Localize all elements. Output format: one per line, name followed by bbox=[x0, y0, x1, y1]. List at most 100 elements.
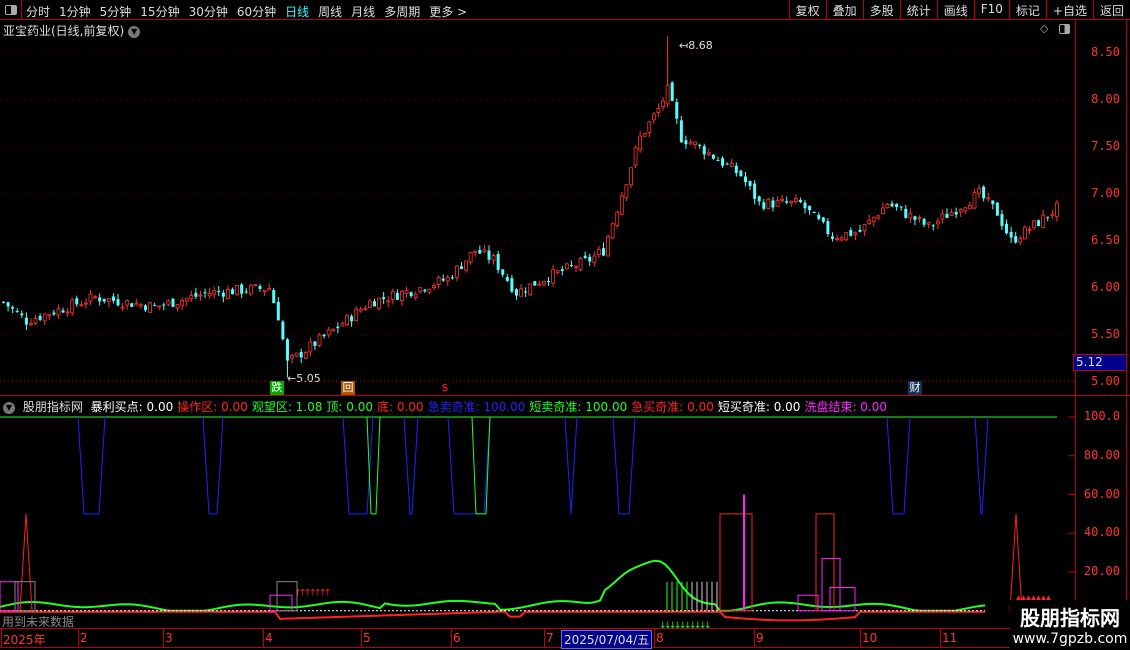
candle bbox=[20, 310, 24, 318]
urgent-sell-signal bbox=[612, 416, 636, 515]
candle bbox=[619, 191, 624, 216]
candle bbox=[47, 314, 52, 321]
candle bbox=[276, 297, 280, 321]
candle bbox=[450, 274, 454, 280]
candle bbox=[821, 216, 825, 224]
candle bbox=[826, 218, 830, 237]
candle bbox=[244, 288, 248, 295]
x-tick bbox=[263, 629, 264, 647]
candle bbox=[830, 232, 834, 242]
candle bbox=[624, 184, 629, 202]
candle bbox=[207, 287, 212, 299]
candle bbox=[445, 274, 450, 286]
candle bbox=[958, 208, 963, 218]
event-marker[interactable]: 回 bbox=[341, 381, 355, 395]
candle bbox=[1050, 209, 1055, 219]
candle bbox=[171, 298, 175, 308]
candle bbox=[995, 202, 999, 216]
legend-item: 短卖奇准: 100.00 bbox=[529, 400, 628, 414]
candle bbox=[510, 274, 514, 294]
candle bbox=[913, 215, 917, 226]
spike-signal bbox=[19, 513, 33, 611]
urgent-sell-signal bbox=[403, 416, 419, 515]
candle bbox=[729, 158, 734, 167]
candle bbox=[42, 313, 47, 326]
candle bbox=[967, 201, 972, 210]
candle bbox=[940, 209, 945, 224]
indicator-tick-label: 40.00 bbox=[1083, 525, 1120, 540]
candle bbox=[38, 313, 42, 322]
candle bbox=[1041, 209, 1046, 229]
candle bbox=[2, 301, 5, 304]
candle bbox=[358, 306, 363, 313]
candle bbox=[885, 202, 890, 209]
candle bbox=[574, 264, 578, 272]
candle bbox=[899, 206, 903, 211]
candle bbox=[418, 287, 423, 294]
candle bbox=[1005, 219, 1009, 235]
urgent-sell-signal bbox=[447, 416, 491, 515]
sell-arrow-icon: ↓ bbox=[704, 621, 712, 631]
x-tick-label: 3 bbox=[165, 631, 173, 645]
candle bbox=[651, 112, 656, 124]
event-marker[interactable]: 跌 bbox=[270, 381, 284, 395]
candle bbox=[272, 287, 276, 304]
candle bbox=[390, 288, 395, 305]
candle bbox=[867, 215, 872, 226]
indicator-name[interactable]: 股朋指标网 bbox=[23, 400, 83, 414]
event-marker[interactable]: 财 bbox=[908, 381, 922, 395]
future-data-note: 用到未来数据 bbox=[2, 615, 75, 629]
candle bbox=[798, 197, 802, 203]
chevron-down-icon[interactable]: ▼ bbox=[3, 401, 15, 414]
price-tick-label: 7.00 bbox=[1091, 186, 1120, 200]
candle bbox=[436, 275, 441, 289]
current-price-badge: 5.12 bbox=[1073, 354, 1127, 371]
toolbar-button[interactable]: 返回 bbox=[1092, 0, 1130, 20]
event-marker[interactable]: $ bbox=[438, 381, 452, 395]
x-tick bbox=[1, 629, 2, 647]
candle bbox=[1027, 226, 1032, 235]
chart-area[interactable]: ↤8.68←5.05↑↑↑↑↑↑↑↓↓↓↓↓↓↓↓↓↓▲▲▲▲▲▲▲ bbox=[0, 0, 1075, 650]
candle bbox=[345, 313, 349, 327]
candle bbox=[817, 212, 821, 221]
x-tick bbox=[860, 629, 861, 647]
candle bbox=[98, 293, 102, 306]
candle bbox=[111, 293, 115, 304]
candle bbox=[65, 308, 70, 317]
watermark: 股朋指标网 www.7gpzb.com bbox=[1010, 600, 1130, 650]
candle bbox=[267, 283, 272, 291]
candle bbox=[537, 280, 542, 286]
watermark-title: 股朋指标网 bbox=[1020, 606, 1120, 630]
legend-item: 急买奇准: 0.00 bbox=[631, 400, 714, 414]
candle bbox=[785, 196, 789, 205]
candle bbox=[382, 291, 386, 304]
candle bbox=[93, 294, 98, 299]
candle bbox=[578, 256, 583, 272]
candle bbox=[79, 300, 84, 307]
candle bbox=[1055, 200, 1059, 222]
candle bbox=[102, 298, 106, 304]
candle bbox=[303, 350, 308, 360]
indicator-tick-label: 80.00 bbox=[1083, 447, 1120, 462]
candle bbox=[610, 222, 615, 239]
urgent-sell-signal bbox=[974, 416, 989, 515]
candle bbox=[926, 221, 931, 229]
watermark-url: www.7gpzb.com bbox=[1012, 631, 1128, 647]
candle bbox=[404, 286, 409, 298]
candle bbox=[322, 333, 326, 339]
x-tick-label: 5 bbox=[363, 631, 371, 645]
candle bbox=[294, 352, 299, 358]
indicator-tick-label: 20.00 bbox=[1083, 564, 1120, 578]
legend-item: 短买奇准: 0.00 bbox=[717, 400, 801, 414]
legend-item: 暴利买点: 0.00 bbox=[90, 400, 174, 414]
legend-item: 顶: 0.00 bbox=[326, 400, 373, 414]
candle bbox=[588, 253, 592, 267]
x-tick-label: 7 bbox=[546, 631, 554, 645]
y-axis-line bbox=[1075, 20, 1076, 650]
x-tick-label: 6 bbox=[453, 631, 461, 645]
candle bbox=[350, 314, 354, 327]
price-tick-label: 8.50 bbox=[1091, 45, 1120, 59]
candle bbox=[491, 253, 496, 265]
candle bbox=[835, 234, 839, 242]
candle bbox=[633, 145, 638, 169]
